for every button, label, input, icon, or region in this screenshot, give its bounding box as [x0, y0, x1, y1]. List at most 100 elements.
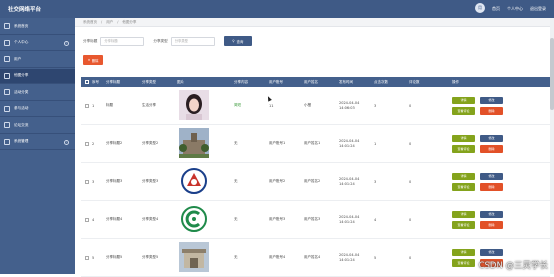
detail-button[interactable]: 详情	[452, 135, 475, 143]
cell-title: 分享标题2	[104, 141, 140, 146]
cell-content: 无	[232, 217, 267, 222]
share-icon	[4, 73, 10, 79]
detail-button[interactable]: 详情	[452, 97, 475, 105]
type-search-input[interactable]: 分享类型	[171, 37, 215, 46]
cell-image	[175, 166, 232, 197]
cell-type: 生活分享	[140, 103, 175, 108]
cell-comments: 0	[407, 104, 442, 108]
sidebar-item-forum[interactable]: 论坛交流	[0, 118, 75, 134]
view-comments-button[interactable]: 查看评论	[452, 221, 475, 229]
delete-button[interactable]: 删除	[480, 221, 503, 229]
delete-button[interactable]: 删除	[480, 107, 503, 115]
sidebar-item-category[interactable]: 活动分类	[0, 85, 75, 101]
settings-icon	[4, 139, 10, 145]
cell-actions: 详情修改查看评论删除	[442, 97, 511, 115]
cell-actions: 详情修改查看评论删除	[442, 135, 511, 153]
cell-clicks: 4	[372, 218, 407, 222]
top-bar: 社交网络平台 用 首页 个人中心 退出登录	[0, 0, 554, 18]
sidebar-item-home[interactable]: 系统首页	[0, 19, 75, 35]
col-header: 用户账号	[267, 80, 302, 85]
sidebar-item-label: 用户	[14, 57, 21, 62]
edit-button[interactable]: 修改	[480, 211, 503, 219]
table-row: 3分享标题3分享类型3无用户账号2用户姓名22024-04-04 14:01:2…	[81, 163, 550, 201]
sidebar-item-system[interactable]: 系统管理 ˅	[0, 135, 75, 151]
row-checkbox[interactable]	[85, 104, 89, 108]
sidebar: 系统首页 个人中心 ˅ 用户 他图分享 活动分类 参与活动 论坛交流 系统管理 …	[0, 18, 75, 274]
cell-title: 分享标题5	[104, 255, 140, 260]
breadcrumb: 系统首页 / 用户 / 他图分享	[75, 18, 554, 27]
top-home-link[interactable]: 首页	[492, 6, 500, 12]
cell-account: 用户账号4	[267, 255, 302, 260]
breadcrumb-item-users[interactable]: 用户	[106, 20, 113, 25]
view-comments-button[interactable]: 查看评论	[452, 259, 475, 267]
cell-clicks: 3	[372, 104, 407, 108]
cell-comments: 0	[407, 180, 442, 184]
cell-actions: 详情修改查看评论删除	[442, 211, 511, 229]
row-checkbox[interactable]	[85, 218, 89, 222]
sidebar-item-label: 论坛交流	[14, 123, 28, 128]
view-comments-button[interactable]: 查看评论	[452, 183, 475, 191]
edit-button[interactable]: 修改	[480, 97, 503, 105]
app-title: 社交网络平台	[8, 5, 41, 13]
search-row: 分享标题 分享标题 分享类型 分享类型 ⚲ 查询	[83, 36, 252, 46]
cell-index: 5	[90, 256, 104, 260]
view-comments-button[interactable]: 查看评论	[452, 145, 475, 153]
forum-icon	[4, 122, 10, 128]
cell-clicks: 5	[372, 256, 407, 260]
edit-button[interactable]: 修改	[480, 135, 503, 143]
delete-button[interactable]: 删除	[480, 183, 503, 191]
row-checkbox[interactable]	[85, 256, 89, 260]
cell-content: 无	[232, 141, 267, 146]
detail-button[interactable]: 详情	[452, 173, 475, 181]
cell-title: 分享标题4	[104, 217, 140, 222]
sidebar-item-profile[interactable]: 个人中心 ˅	[0, 36, 75, 52]
title-search-input[interactable]: 分享标题	[100, 37, 144, 46]
col-header: 分享内容	[232, 80, 267, 85]
home-icon	[4, 23, 10, 29]
delete-button[interactable]: 删除	[480, 145, 503, 153]
search-button[interactable]: ⚲ 查询	[224, 36, 252, 46]
col-header: 发布时间	[337, 80, 372, 85]
bulk-delete-button[interactable]: ✕ 删除	[83, 55, 103, 65]
user-avatar[interactable]: 用	[475, 3, 485, 13]
cell-image	[175, 242, 232, 273]
cell-type: 分享类型2	[140, 141, 175, 146]
table-row: 5分享标题5分享类型5无用户账号4用户姓名42024-04-04 14:01:2…	[81, 239, 550, 277]
chevron-down-icon: ˅	[64, 41, 69, 46]
sidebar-item-users[interactable]: 用户	[0, 52, 75, 68]
cell-time: 2024-04-04 14:01:24	[337, 253, 372, 263]
select-all-checkbox[interactable]	[85, 80, 89, 84]
scrollbar[interactable]	[550, 18, 554, 274]
cell-clicks: 3	[372, 180, 407, 184]
detail-button[interactable]: 详情	[452, 211, 475, 219]
top-profile-link[interactable]: 个人中心	[507, 6, 523, 12]
sidebar-item-share[interactable]: 他图分享	[0, 69, 75, 85]
edit-button[interactable]: 修改	[480, 173, 503, 181]
view-comments-button[interactable]: 查看评论	[452, 107, 475, 115]
row-checkbox[interactable]	[85, 180, 89, 184]
sidebar-item-activity[interactable]: 参与活动	[0, 102, 75, 118]
sidebar-item-label: 活动分类	[14, 90, 28, 95]
col-header: 评论数	[407, 80, 442, 85]
detail-button[interactable]: 详情	[452, 249, 475, 257]
edit-button[interactable]: 修改	[480, 249, 503, 257]
col-header: 分享标题	[104, 80, 140, 85]
cell-name: 用户姓名1	[302, 141, 337, 146]
cell-name: 用户姓名4	[302, 255, 337, 260]
breadcrumb-item-current: 他图分享	[122, 20, 136, 25]
row-checkbox[interactable]	[85, 142, 89, 146]
cell-time: 2024-04-04 14:01:24	[337, 177, 372, 187]
person-icon	[4, 40, 10, 46]
col-header: 操作	[442, 80, 511, 85]
cell-content: 简短	[232, 103, 267, 108]
logout-link[interactable]: 退出登录	[530, 6, 546, 12]
cell-index: 3	[90, 180, 104, 184]
breadcrumb-item-home[interactable]: 系统首页	[83, 20, 97, 25]
cell-comments: 0	[407, 218, 442, 222]
thumb-building	[179, 128, 209, 158]
scrollbar-thumb[interactable]	[550, 38, 554, 110]
sidebar-item-label: 他图分享	[14, 73, 28, 78]
cell-account: 用户账号1	[267, 141, 302, 146]
sidebar-item-label: 系统首页	[14, 24, 28, 29]
table-row: 2分享标题2分享类型2无用户账号1用户姓名12024-04-04 14:01:2…	[81, 125, 550, 163]
